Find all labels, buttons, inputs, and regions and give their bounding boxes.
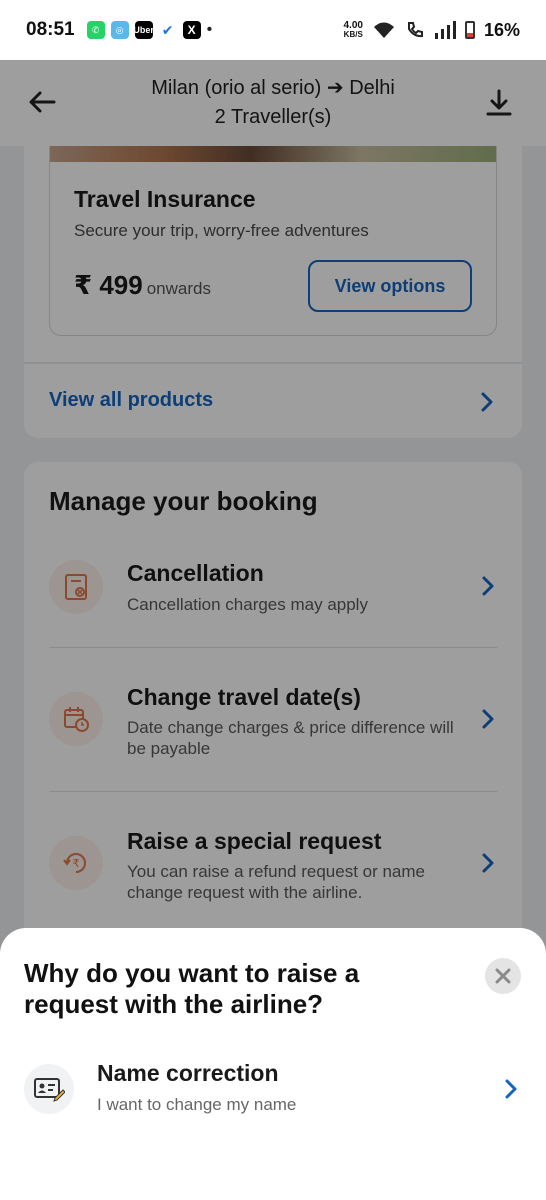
- network-speed-unit: KB/S: [343, 30, 363, 39]
- bottom-sheet: Why do you want to raise a request with …: [0, 928, 546, 1200]
- sheet-title: Why do you want to raise a request with …: [24, 958, 360, 1019]
- x-icon: X: [182, 21, 201, 39]
- battery-percent: 16%: [483, 19, 520, 40]
- battery-icon: [464, 21, 475, 39]
- close-icon: [495, 968, 511, 984]
- clock: 08:51: [26, 19, 75, 40]
- chevron-right-icon[interactable]: [500, 1078, 522, 1100]
- status-bar: 08:51 ✆ ◎ Uber ✔ X • 4.00 KB/S 16%: [0, 0, 546, 60]
- check-icon: ✔: [158, 21, 177, 39]
- cell-signal-icon: [434, 21, 456, 39]
- network-speed: 4.00 KB/S: [343, 21, 363, 40]
- wifi-icon: [373, 22, 394, 38]
- signal-icon: ◎: [110, 21, 129, 39]
- uber-icon: Uber: [133, 21, 154, 39]
- more-dot-icon: •: [206, 21, 213, 38]
- close-button[interactable]: [485, 958, 521, 994]
- whatsapp-icon: ✆: [86, 21, 105, 39]
- system-indicators: 4.00 KB/S 16%: [344, 20, 521, 41]
- notification-icons: ✆ ◎ Uber ✔ X •: [86, 21, 213, 39]
- wifi-call-icon: [407, 22, 423, 38]
- id-card-edit-icon: [24, 1064, 74, 1114]
- option-subtitle: I want to change my name: [97, 1095, 297, 1114]
- option-title: Name correction: [97, 1060, 279, 1086]
